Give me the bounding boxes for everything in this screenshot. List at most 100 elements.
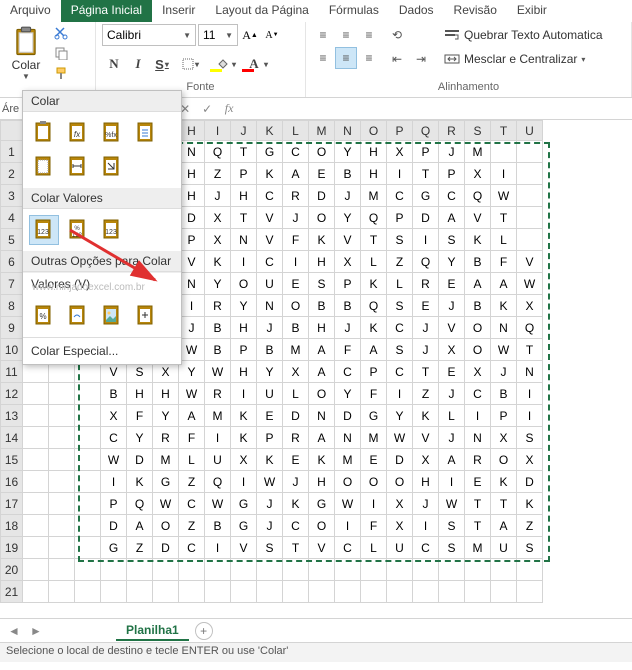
cell[interactable]: S: [387, 229, 413, 251]
fx-confirm-button[interactable]: ✓: [197, 99, 217, 119]
cell[interactable]: S: [309, 273, 335, 295]
cell[interactable]: I: [179, 295, 205, 317]
cell[interactable]: Q: [127, 493, 153, 515]
cell[interactable]: C: [257, 185, 283, 207]
cell[interactable]: C: [439, 185, 465, 207]
cell[interactable]: F: [127, 405, 153, 427]
cell[interactable]: O: [283, 295, 309, 317]
cell[interactable]: L: [361, 537, 387, 559]
cell[interactable]: A: [439, 207, 465, 229]
paste-button[interactable]: Colar ▼: [6, 24, 46, 83]
cell[interactable]: V: [231, 537, 257, 559]
cell[interactable]: [75, 559, 101, 581]
fill-color-button[interactable]: ▾: [206, 52, 238, 76]
cell[interactable]: C: [387, 361, 413, 383]
cell[interactable]: J: [335, 317, 361, 339]
cell[interactable]: X: [387, 141, 413, 163]
cell[interactable]: J: [439, 427, 465, 449]
cell[interactable]: T: [491, 207, 517, 229]
tab-exibir[interactable]: Exibir: [507, 0, 557, 22]
cell[interactable]: P: [413, 141, 439, 163]
paste-values-icon[interactable]: 123: [29, 215, 59, 245]
cell[interactable]: E: [283, 273, 309, 295]
cell[interactable]: I: [231, 471, 257, 493]
cell[interactable]: X: [387, 493, 413, 515]
cell[interactable]: C: [283, 141, 309, 163]
cell[interactable]: [517, 163, 543, 185]
cell[interactable]: S: [387, 339, 413, 361]
cell[interactable]: H: [309, 471, 335, 493]
cell[interactable]: K: [309, 449, 335, 471]
cell[interactable]: S: [517, 537, 543, 559]
cell[interactable]: A: [361, 339, 387, 361]
cell[interactable]: Y: [439, 251, 465, 273]
sheet-nav-prev[interactable]: ◄: [6, 624, 22, 638]
cell[interactable]: W: [205, 361, 231, 383]
tab-revisão[interactable]: Revisão: [444, 0, 507, 22]
cell[interactable]: K: [491, 295, 517, 317]
column-header-J[interactable]: J: [231, 121, 257, 141]
column-header-Q[interactable]: Q: [413, 121, 439, 141]
cell[interactable]: [517, 559, 543, 581]
align-left-button[interactable]: ≡: [312, 47, 334, 69]
cell[interactable]: S: [439, 537, 465, 559]
cell[interactable]: [49, 537, 75, 559]
cell[interactable]: F: [283, 229, 309, 251]
cell[interactable]: [23, 449, 49, 471]
cell[interactable]: O: [335, 471, 361, 493]
cell[interactable]: R: [205, 295, 231, 317]
cell[interactable]: [283, 559, 309, 581]
cell[interactable]: J: [179, 317, 205, 339]
cell[interactable]: [439, 559, 465, 581]
italic-button[interactable]: I: [126, 52, 150, 76]
row-header-13[interactable]: 13: [1, 405, 23, 427]
tab-fórmulas[interactable]: Fórmulas: [319, 0, 389, 22]
cell[interactable]: M: [361, 185, 387, 207]
cell[interactable]: Z: [413, 383, 439, 405]
paste-linked-picture-icon[interactable]: [131, 301, 161, 331]
cell[interactable]: M: [465, 141, 491, 163]
cell[interactable]: I: [439, 471, 465, 493]
cell[interactable]: W: [517, 273, 543, 295]
cell[interactable]: [413, 581, 439, 603]
row-header-12[interactable]: 12: [1, 383, 23, 405]
cell[interactable]: I: [231, 383, 257, 405]
cell[interactable]: J: [257, 493, 283, 515]
cell[interactable]: M: [465, 537, 491, 559]
cell[interactable]: C: [283, 515, 309, 537]
row-header-1[interactable]: 1: [1, 141, 23, 163]
cell[interactable]: V: [257, 229, 283, 251]
cell[interactable]: X: [205, 229, 231, 251]
cell[interactable]: E: [413, 295, 439, 317]
paste-formatting-icon[interactable]: %: [29, 301, 59, 331]
cell[interactable]: [49, 471, 75, 493]
row-header-17[interactable]: 17: [1, 493, 23, 515]
cell[interactable]: D: [101, 515, 127, 537]
cell[interactable]: S: [439, 229, 465, 251]
cell[interactable]: E: [283, 449, 309, 471]
cell[interactable]: H: [413, 471, 439, 493]
cell[interactable]: Y: [335, 383, 361, 405]
cell[interactable]: G: [361, 405, 387, 427]
cell[interactable]: I: [465, 405, 491, 427]
cell[interactable]: A: [491, 515, 517, 537]
cell[interactable]: J: [439, 141, 465, 163]
cell[interactable]: [413, 559, 439, 581]
cell[interactable]: K: [517, 493, 543, 515]
cell[interactable]: K: [491, 471, 517, 493]
cell[interactable]: O: [309, 141, 335, 163]
underline-button[interactable]: S▾: [150, 52, 174, 76]
tab-layout-da-página[interactable]: Layout da Página: [205, 0, 318, 22]
cell[interactable]: I: [361, 493, 387, 515]
cell[interactable]: [153, 581, 179, 603]
cell[interactable]: C: [465, 383, 491, 405]
cell[interactable]: D: [335, 405, 361, 427]
cell[interactable]: N: [335, 427, 361, 449]
cell[interactable]: O: [153, 515, 179, 537]
cell[interactable]: P: [491, 405, 517, 427]
cell[interactable]: [309, 559, 335, 581]
cell[interactable]: J: [413, 317, 439, 339]
sheet-nav-next[interactable]: ►: [28, 624, 44, 638]
cell[interactable]: P: [257, 427, 283, 449]
cell[interactable]: E: [465, 471, 491, 493]
